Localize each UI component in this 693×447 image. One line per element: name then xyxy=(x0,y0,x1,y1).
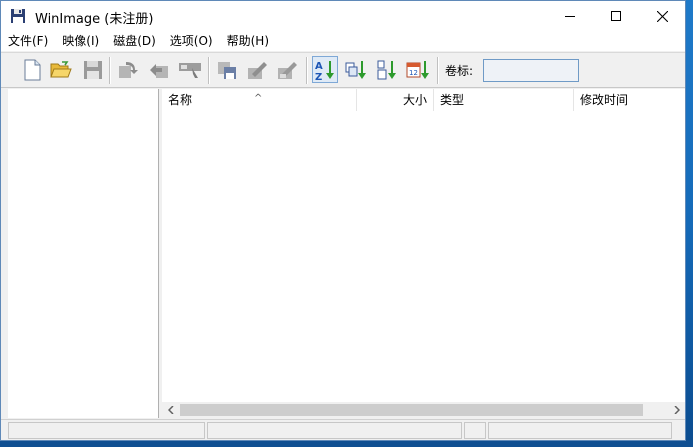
status-cell xyxy=(207,422,462,439)
save-button[interactable] xyxy=(81,58,105,82)
close-button[interactable] xyxy=(639,1,685,31)
toolbar-separator xyxy=(437,57,439,84)
column-name-label: 名称 xyxy=(168,93,193,107)
svg-text:A: A xyxy=(315,61,323,72)
scroll-right-icon[interactable] xyxy=(668,402,685,418)
menu-disk[interactable]: 磁盘(D) xyxy=(106,31,163,51)
close-icon xyxy=(656,10,668,22)
new-image-button[interactable] xyxy=(20,58,44,82)
sort-size-icon xyxy=(377,60,396,80)
sort-az-icon: A Z xyxy=(315,60,334,81)
view-file-button[interactable] xyxy=(178,58,202,82)
new-document-icon xyxy=(24,59,41,81)
maximize-button[interactable] xyxy=(593,1,639,31)
sort-by-date-button[interactable]: 12 xyxy=(406,58,430,82)
open-button[interactable] xyxy=(49,58,73,82)
svg-text:Z: Z xyxy=(315,72,322,81)
menu-image[interactable]: 映像(I) xyxy=(55,31,106,51)
open-folder-icon xyxy=(50,61,72,78)
menu-bar: 文件(F) 映像(I) 磁盘(D) 选项(O) 帮助(H) xyxy=(1,31,685,51)
format-disk-icon xyxy=(278,62,297,79)
view-file-icon xyxy=(179,63,201,78)
column-header-name[interactable]: 名称 ^ xyxy=(162,89,357,111)
svg-text:12: 12 xyxy=(409,69,418,77)
status-cell xyxy=(8,422,205,439)
column-modified-label: 修改时间 xyxy=(580,93,629,107)
column-header-type[interactable]: 类型 xyxy=(434,89,574,111)
format-disk-button[interactable] xyxy=(275,58,299,82)
read-disk-icon xyxy=(218,62,236,79)
sort-by-name-button[interactable]: A Z xyxy=(312,56,338,83)
toolbar-separator xyxy=(208,57,210,84)
folder-tree-pane[interactable] xyxy=(8,89,159,418)
status-cell xyxy=(488,422,672,439)
column-size-label: 大小 xyxy=(402,93,427,107)
status-bar xyxy=(1,419,685,440)
toolbar: A Z 12 卷标: xyxy=(1,52,685,88)
maximize-icon xyxy=(611,11,621,21)
scrollbar-thumb[interactable] xyxy=(180,404,643,416)
read-disk-button[interactable] xyxy=(215,58,239,82)
floppy-disk-icon xyxy=(11,9,25,23)
menu-file[interactable]: 文件(F) xyxy=(1,31,55,51)
inject-icon xyxy=(150,64,168,78)
desktop-background-bottom xyxy=(0,440,693,447)
title-bar[interactable]: WinImage (未注册) xyxy=(1,1,685,31)
column-type-label: 类型 xyxy=(440,93,465,107)
horizontal-scrollbar[interactable] xyxy=(162,402,685,418)
scroll-left-icon[interactable] xyxy=(162,402,179,418)
toolbar-separator xyxy=(306,57,308,84)
extract-button[interactable] xyxy=(116,58,140,82)
write-disk-icon xyxy=(248,62,267,79)
write-disk-button[interactable] xyxy=(245,58,269,82)
status-cell xyxy=(464,422,486,439)
minimize-icon xyxy=(565,16,575,17)
sort-date-icon: 12 xyxy=(406,61,429,79)
column-header-size[interactable]: 大小 xyxy=(357,89,434,111)
save-disk-icon xyxy=(84,61,102,79)
desktop-background-right xyxy=(685,0,693,447)
menu-help[interactable]: 帮助(H) xyxy=(220,31,276,51)
sort-by-type-button[interactable] xyxy=(344,58,368,82)
volume-label-field[interactable] xyxy=(483,59,579,82)
sort-ascending-icon: ^ xyxy=(254,93,263,104)
sort-by-size-button[interactable] xyxy=(375,58,399,82)
sort-type-icon xyxy=(345,61,366,79)
inject-button[interactable] xyxy=(147,58,171,82)
extract-icon xyxy=(119,62,138,78)
volume-label-caption: 卷标: xyxy=(445,64,474,78)
file-list-pane[interactable]: 名称 ^ 大小 类型 修改时间 xyxy=(162,89,685,418)
column-header-modified[interactable]: 修改时间 xyxy=(574,89,685,111)
minimize-button[interactable] xyxy=(547,1,593,31)
menu-options[interactable]: 选项(O) xyxy=(163,31,220,51)
toolbar-separator xyxy=(109,57,111,84)
winimage-window: WinImage (未注册) 文件(F) 映像(I) 磁盘(D) 选项(O) 帮… xyxy=(0,0,686,441)
window-title: WinImage (未注册) xyxy=(35,12,154,27)
